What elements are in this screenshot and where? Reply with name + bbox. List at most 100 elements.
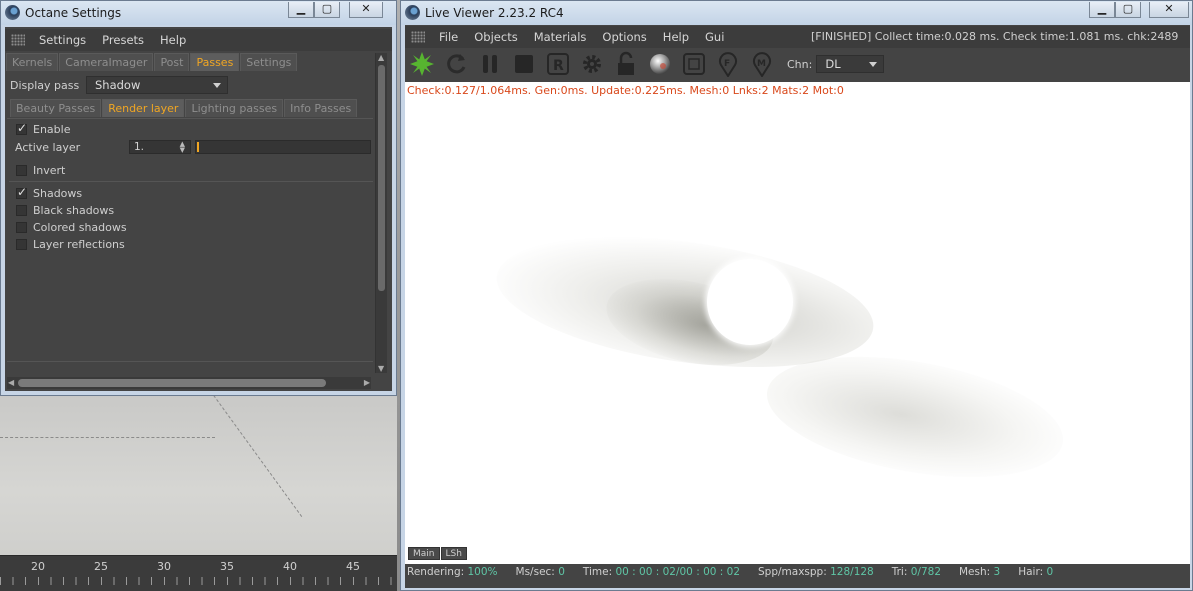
option-row[interactable]: Black shadows bbox=[16, 204, 114, 217]
viewport-icon[interactable] bbox=[681, 51, 707, 77]
time-stat: Time: 00 : 00 : 02/00 : 00 : 02 bbox=[583, 566, 740, 578]
option-row[interactable]: Shadows bbox=[16, 185, 82, 200]
black-shadows-checkbox[interactable] bbox=[16, 205, 27, 216]
timeline-label: 40 bbox=[283, 560, 297, 573]
material-ball-icon[interactable] bbox=[647, 51, 673, 77]
channel-dropdown[interactable]: DL bbox=[816, 55, 885, 73]
window-title: Live Viewer 2.23.2 RC4 bbox=[425, 6, 564, 20]
stop-icon[interactable] bbox=[511, 51, 537, 77]
stat-value: 00 : 00 : 02/00 : 00 : 02 bbox=[615, 566, 741, 578]
menu-gui[interactable]: Gui bbox=[697, 30, 732, 44]
octane-logo-icon[interactable] bbox=[409, 51, 435, 77]
menu-file[interactable]: File bbox=[431, 30, 466, 44]
maximize-button[interactable]: ▢ bbox=[1115, 2, 1141, 18]
channel-selector: Chn: DL bbox=[787, 55, 885, 73]
spp-stat: Spp/maxspp: 128/128 bbox=[758, 566, 874, 578]
svg-text:M: M bbox=[757, 59, 766, 69]
slider-knob[interactable] bbox=[197, 142, 199, 152]
display-pass-row: Display pass Shadow bbox=[10, 76, 228, 94]
background-viewport bbox=[0, 395, 397, 555]
timeline-ticks bbox=[0, 577, 397, 585]
active-layer-value: 1. bbox=[134, 141, 145, 153]
scroll-left-icon[interactable]: ◀ bbox=[8, 378, 14, 387]
close-button[interactable]: ✕ bbox=[1149, 2, 1189, 18]
material-pin-icon[interactable]: M bbox=[749, 51, 775, 78]
region-render-icon[interactable]: R bbox=[545, 51, 571, 77]
colored-shadows-checkbox[interactable] bbox=[16, 222, 27, 233]
invert-checkbox[interactable] bbox=[16, 165, 27, 176]
grid-line bbox=[0, 437, 215, 438]
enable-row[interactable]: Enable bbox=[16, 121, 71, 136]
lock-icon[interactable] bbox=[613, 51, 639, 77]
tab-lsh[interactable]: LSh bbox=[440, 547, 467, 560]
channel-label: Chn: bbox=[787, 57, 813, 71]
pause-icon[interactable] bbox=[477, 51, 503, 77]
tab-cameraimager[interactable]: CameraImager bbox=[59, 53, 154, 71]
stat-value: 0/782 bbox=[910, 566, 941, 578]
stat-label: Ms/sec: bbox=[515, 566, 555, 578]
active-layer-stepper[interactable]: 1. ▲ ▼ bbox=[129, 140, 191, 154]
layer-reflections-checkbox[interactable] bbox=[16, 239, 27, 250]
octane-settings-titlebar[interactable]: Octane Settings ▁ ▢ ✕ bbox=[1, 1, 396, 25]
live-viewer-titlebar[interactable]: Live Viewer 2.23.2 RC4 ▁ ▢ ✕ bbox=[401, 1, 1192, 25]
stat-label: Time: bbox=[582, 566, 613, 578]
scroll-up-icon[interactable]: ▲ bbox=[378, 53, 384, 62]
mesh-stat: Mesh: 3 bbox=[959, 566, 1000, 578]
tab-render-layer[interactable]: Render layer bbox=[102, 99, 185, 117]
menu-options[interactable]: Options bbox=[594, 30, 654, 44]
mssec-stat: Ms/sec: 0 bbox=[516, 566, 565, 578]
focus-pin-icon[interactable]: F bbox=[715, 51, 741, 78]
tab-settings[interactable]: Settings bbox=[240, 53, 298, 71]
invert-row[interactable]: Invert bbox=[16, 164, 65, 177]
scroll-down-icon[interactable]: ▼ bbox=[378, 364, 384, 373]
tab-lighting-passes[interactable]: Lighting passes bbox=[185, 99, 284, 117]
maximize-button[interactable]: ▢ bbox=[314, 2, 340, 18]
tab-kernels[interactable]: Kernels bbox=[6, 53, 59, 71]
stat-value: 0 bbox=[1046, 566, 1054, 578]
tab-passes[interactable]: Passes bbox=[190, 53, 240, 71]
close-button[interactable]: ✕ bbox=[349, 2, 383, 18]
divider bbox=[7, 118, 373, 119]
hair-stat: Hair: 0 bbox=[1018, 566, 1053, 578]
svg-text:F: F bbox=[724, 59, 730, 69]
display-pass-dropdown[interactable]: Shadow bbox=[86, 76, 228, 94]
menu-objects[interactable]: Objects bbox=[466, 30, 525, 44]
menu-settings[interactable]: Settings bbox=[31, 33, 94, 47]
menu-help[interactable]: Help bbox=[655, 30, 697, 44]
vertical-scrollbar[interactable]: ▲ ▼ bbox=[375, 53, 387, 373]
render-viewport[interactable]: Check:0.127/1.064ms. Gen:0ms. Update:0.2… bbox=[405, 82, 1190, 564]
live-viewer-toolbar: R F M Chn: DL bbox=[409, 51, 885, 78]
horizontal-scrollbar[interactable]: ◀ ▶ bbox=[7, 377, 371, 389]
menu-materials[interactable]: Materials bbox=[526, 30, 595, 44]
menu-presets[interactable]: Presets bbox=[94, 33, 152, 47]
menu-grip-icon[interactable] bbox=[411, 31, 425, 43]
tab-info-passes[interactable]: Info Passes bbox=[284, 99, 358, 117]
option-row[interactable]: Colored shadows bbox=[16, 221, 127, 234]
header-status: [FINISHED] Collect time:0.028 ms. Check … bbox=[811, 30, 1179, 43]
scrollbar-thumb[interactable] bbox=[18, 379, 326, 387]
scrollbar-thumb[interactable] bbox=[378, 65, 385, 291]
enable-label: Enable bbox=[33, 123, 71, 136]
rendered-sphere bbox=[707, 259, 793, 345]
minimize-button[interactable]: ▁ bbox=[1089, 2, 1115, 18]
menu-grip-icon[interactable] bbox=[11, 34, 25, 46]
scroll-right-icon[interactable]: ▶ bbox=[364, 378, 370, 387]
divider bbox=[7, 361, 373, 362]
timeline-ruler[interactable]: 20 25 30 35 40 45 bbox=[0, 555, 397, 591]
live-viewer-menubar: File Objects Materials Options Help Gui … bbox=[405, 26, 1190, 48]
divider bbox=[9, 181, 373, 182]
menu-help[interactable]: Help bbox=[152, 33, 194, 47]
shadows-checkbox[interactable] bbox=[16, 185, 27, 199]
option-label: Layer reflections bbox=[33, 238, 125, 251]
minimize-button[interactable]: ▁ bbox=[288, 2, 314, 18]
enable-checkbox[interactable] bbox=[16, 121, 27, 135]
tab-main[interactable]: Main bbox=[408, 547, 440, 560]
tab-post[interactable]: Post bbox=[154, 53, 190, 71]
active-layer-slider[interactable] bbox=[195, 140, 371, 154]
refresh-icon[interactable] bbox=[443, 51, 469, 77]
tab-beauty-passes[interactable]: Beauty Passes bbox=[10, 99, 102, 117]
option-row[interactable]: Layer reflections bbox=[16, 238, 125, 251]
display-pass-value: Shadow bbox=[95, 78, 141, 92]
stepper-arrows-icon[interactable]: ▲ ▼ bbox=[180, 141, 185, 154]
settings-gear-icon[interactable] bbox=[579, 51, 605, 77]
